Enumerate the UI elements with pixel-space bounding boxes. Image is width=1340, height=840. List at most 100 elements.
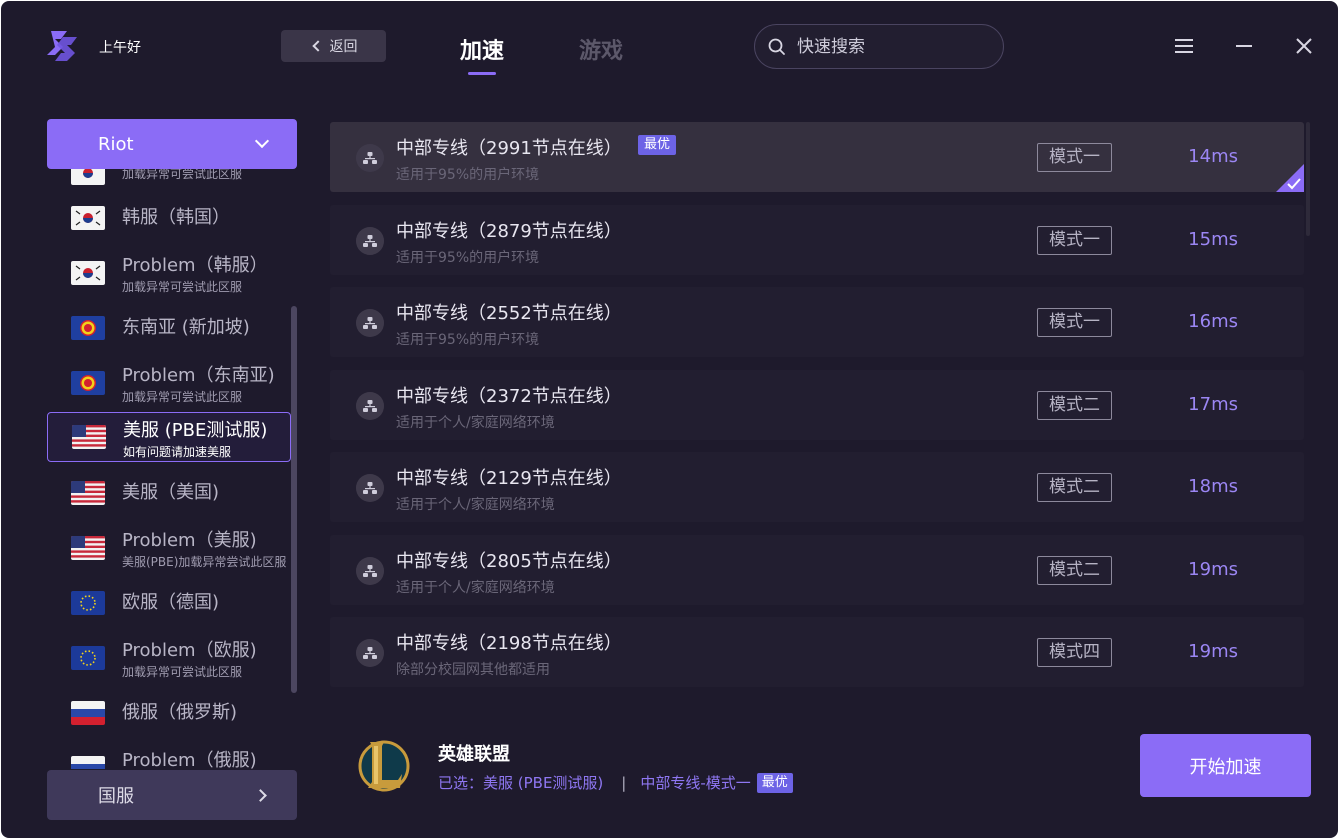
server-item-kr[interactable]: 韩服（韩国） [47, 193, 291, 243]
russia-flag-icon [71, 756, 105, 769]
node-desc: 适用于95%的用户环境 [396, 250, 540, 266]
server-item-eu[interactable]: 欧服（德国) [47, 578, 291, 628]
menu-icon[interactable] [1169, 31, 1199, 61]
network-node-icon [356, 392, 384, 420]
node-desc: 适用于95%的用户环境 [396, 332, 540, 348]
mode-tag: 模式二 [1037, 556, 1112, 585]
region-label: Riot [98, 133, 134, 155]
game-name: 英雄联盟 [438, 744, 510, 765]
latency-value: 16ms [1188, 311, 1238, 332]
mode-tag: 模式一 [1037, 143, 1112, 172]
latency-value: 17ms [1188, 394, 1238, 415]
minimize-icon[interactable] [1229, 31, 1259, 61]
greeting-text: 上午好 [99, 40, 141, 56]
chevron-right-icon [254, 788, 267, 802]
asean-flag-icon [71, 371, 105, 395]
network-node-icon [356, 474, 384, 502]
region-dropdown[interactable]: Riot [47, 119, 297, 169]
server-name: Problem（韩服） [122, 255, 268, 276]
us-flag-icon [71, 481, 105, 505]
mode-tag: 模式一 [1037, 308, 1112, 337]
mode-tag: 模式一 [1037, 226, 1112, 255]
search-input[interactable] [797, 36, 987, 57]
node-row[interactable]: 中部专线（2805节点在线） 适用于个人/家庭网络环境 模式二 19ms [330, 535, 1304, 605]
node-row[interactable]: 中部专线（2991节点在线） 最优 适用于95%的用户环境 模式一 14ms [330, 122, 1304, 192]
server-item-us[interactable]: 美服（美国) [47, 468, 291, 518]
back-label: 返回 [329, 39, 358, 55]
tab-games[interactable]: 游戏 [579, 33, 623, 65]
asean-flag-icon [71, 316, 105, 340]
sidebar-scrollbar[interactable] [291, 306, 297, 693]
server-item-us-problem[interactable]: Problem（美服) 美服(PBE)加载异常尝试此区服 [47, 523, 291, 573]
node-title: 中部专线（2991节点在线） [396, 138, 622, 159]
latency-value: 15ms [1188, 229, 1238, 250]
eu-flag-icon [71, 591, 105, 615]
server-list[interactable]: 加载异常可尝试此区服 韩服（韩国） Problem（韩服） 加载异常可尝试此区服… [47, 151, 297, 769]
server-item-kr-problem[interactable]: Problem（韩服） 加载异常可尝试此区服 [47, 248, 291, 298]
search-box[interactable] [754, 24, 1004, 69]
mode-tag: 模式二 [1037, 391, 1112, 420]
server-name: Problem（欧服) [122, 640, 257, 661]
server-name: 美服（美国) [122, 482, 220, 503]
server-name: Problem（俄服) [122, 750, 257, 769]
latency-value: 14ms [1188, 146, 1238, 167]
mode-tag: 模式四 [1037, 638, 1112, 667]
eu-flag-icon [71, 646, 105, 670]
server-item-ru[interactable]: 俄服（俄罗斯) [47, 688, 291, 738]
node-desc: 除部分校园网其他都适用 [396, 662, 550, 678]
selected-node: 中部专线-模式一 [640, 774, 751, 792]
node-title: 中部专线（2879节点在线） [396, 221, 622, 242]
node-desc: 适用于个人/家庭网络环境 [396, 415, 555, 431]
network-node-icon [356, 557, 384, 585]
server-sub: 加载异常可尝试此区服 [122, 665, 243, 679]
latency-value: 19ms [1188, 559, 1238, 580]
best-badge: 最优 [756, 772, 793, 793]
server-name: 欧服（德国) [122, 592, 220, 613]
server-name: 俄服（俄罗斯) [122, 702, 238, 723]
node-title: 中部专线（2552节点在线） [396, 303, 622, 324]
server-item-sea-problem[interactable]: Problem（东南亚) 加载异常可尝试此区服 [47, 358, 291, 408]
china-server-button[interactable]: 国服 [47, 770, 297, 820]
separator: | [621, 773, 627, 792]
back-button[interactable]: 返回 [281, 30, 386, 62]
network-node-icon [356, 227, 384, 255]
selection-summary: 已选：美服 (PBE测试服) | 中部专线-模式一 最优 [438, 772, 793, 793]
server-item-ru-problem[interactable]: Problem（俄服) [47, 743, 291, 769]
close-icon[interactable] [1289, 31, 1319, 61]
server-name: 韩服（韩国） [122, 207, 230, 228]
start-accelerate-button[interactable]: 开始加速 [1140, 734, 1311, 797]
server-item-sea[interactable]: 东南亚 (新加坡) [47, 303, 291, 353]
us-flag-icon [71, 536, 105, 560]
server-name: 美服 (PBE测试服) [123, 420, 268, 441]
korea-flag-icon [71, 206, 105, 230]
node-list-scrollbar[interactable] [1306, 122, 1310, 236]
server-item-eu-problem[interactable]: Problem（欧服) 加载异常可尝试此区服 [47, 633, 291, 683]
node-row[interactable]: 中部专线（2879节点在线） 适用于95%的用户环境 模式一 15ms [330, 205, 1304, 275]
node-desc: 适用于个人/家庭网络环境 [396, 580, 555, 596]
node-title: 中部专线（2129节点在线） [396, 468, 622, 489]
server-sub: 加载异常可尝试此区服 [122, 280, 243, 294]
search-icon [768, 38, 785, 55]
network-node-icon [356, 639, 384, 667]
node-row[interactable]: 中部专线（2372节点在线） 适用于个人/家庭网络环境 模式二 17ms [330, 370, 1304, 440]
node-row[interactable]: 中部专线（2198节点在线） 除部分校园网其他都适用 模式四 19ms [330, 617, 1304, 687]
app-window: 上午好 返回 加速 游戏 Riot 加载异常可 [1, 1, 1338, 838]
server-sub: 如有问题请加速美服 [123, 445, 232, 459]
server-item-pbe[interactable]: 美服 (PBE测试服) 如有问题请加速美服 [47, 412, 291, 462]
selected-server: 已选：美服 (PBE测试服) [438, 774, 604, 792]
node-title: 中部专线（2198节点在线） [396, 633, 622, 654]
app-logo-icon [47, 31, 77, 61]
selected-check-icon [1276, 164, 1304, 192]
node-row[interactable]: 中部专线（2129节点在线） 适用于个人/家庭网络环境 模式二 18ms [330, 452, 1304, 522]
korea-flag-icon [71, 261, 105, 285]
us-flag-icon [72, 425, 106, 449]
server-name: Problem（美服) [122, 530, 257, 551]
tab-accelerate[interactable]: 加速 [460, 33, 504, 75]
chevron-left-icon [311, 40, 324, 52]
node-row[interactable]: 中部专线（2552节点在线） 适用于95%的用户环境 模式一 16ms [330, 287, 1304, 357]
latency-value: 19ms [1188, 641, 1238, 662]
node-desc: 适用于95%的用户环境 [396, 167, 540, 183]
server-name: Problem（东南亚) [122, 365, 275, 386]
latency-value: 18ms [1188, 476, 1238, 497]
network-node-icon [356, 309, 384, 337]
